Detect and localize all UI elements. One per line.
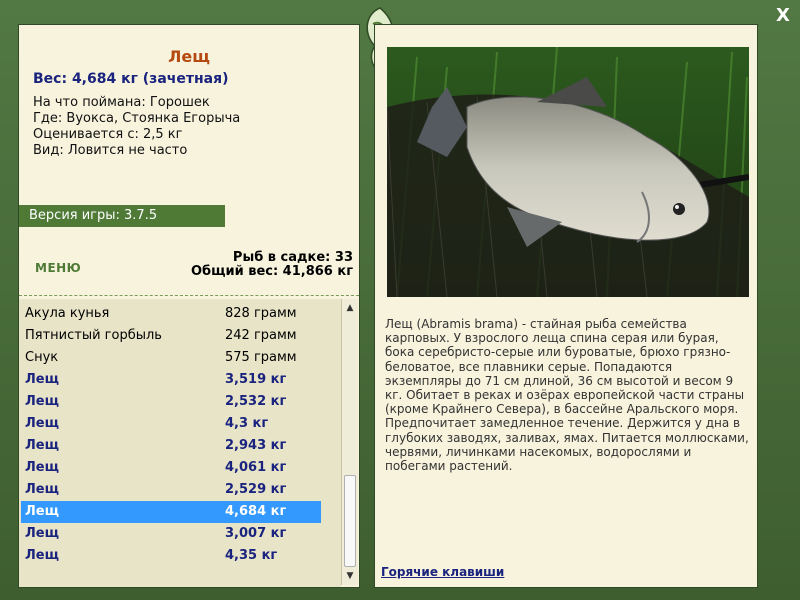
place-info: Где: Вуокса, Стоянка Егорыча <box>33 111 241 126</box>
scrollbar-thumb[interactable] <box>344 475 356 567</box>
hotkeys-link[interactable]: Горячие клавиши <box>381 565 504 579</box>
keepnet-fish-name: Снук <box>25 350 59 365</box>
keepnet-fish-name: Лещ <box>25 526 59 541</box>
keepnet-fish-name: Акула кунья <box>25 306 110 321</box>
keepnet-row[interactable]: Лещ 4,684 кг <box>21 501 321 523</box>
keepnet-fish-weight: 242 грамм <box>225 328 297 343</box>
keepnet-fish-weight: 4,684 кг <box>225 504 287 519</box>
close-button[interactable]: X <box>773 6 793 26</box>
game-version-bar: Версия игры: 3.7.5 <box>19 205 225 227</box>
keepnet-fish-name: Лещ <box>25 460 59 475</box>
keepnet-row[interactable]: Лещ 4,3 кг <box>21 413 321 435</box>
keepnet-fish-weight: 2,529 кг <box>225 482 287 497</box>
fish-name: Лещ <box>168 47 210 66</box>
list-scrollbar[interactable]: ▲ ▼ <box>341 299 358 585</box>
keepnet-fish-name: Лещ <box>25 504 59 519</box>
menu-button[interactable]: МЕНЮ <box>35 261 81 275</box>
keepnet-row[interactable]: Пятнистый горбыль 242 грамм <box>21 325 321 347</box>
scroll-up-arrow-icon[interactable]: ▲ <box>342 301 358 315</box>
catch-info-panel: Лещ Вес: 4,684 кг (зачетная) На что пойм… <box>18 24 360 588</box>
keepnet-fish-name: Пятнистый горбыль <box>25 328 162 343</box>
keepnet-list[interactable]: Акула кунья 828 грамм Пятнистый горбыль 242… <box>19 299 341 587</box>
keepnet-row[interactable]: Лещ 3,519 кг <box>21 369 321 391</box>
keepnet-row[interactable]: Лещ 2,532 кг <box>21 391 321 413</box>
keepnet-fish-weight: 2,532 кг <box>225 394 287 409</box>
keepnet-fish-weight: 4,35 кг <box>225 548 278 563</box>
keepnet-row[interactable]: Акула кунья 828 грамм <box>21 303 321 325</box>
keepnet-fish-name: Лещ <box>25 416 59 431</box>
kind-info: Вид: Ловится не часто <box>33 143 188 158</box>
fish-description: Лещ (Abramis brama) - стайная рыба семей… <box>385 317 749 474</box>
keepnet-fish-weight: 3,007 кг <box>225 526 287 541</box>
fish-count: Рыб в садке: 33 <box>232 250 353 265</box>
keepnet-row[interactable]: Лещ 4,35 кг <box>21 545 321 567</box>
keepnet-fish-weight: 4,3 кг <box>225 416 269 431</box>
fish-description-panel: Лещ (Abramis brama) - стайная рыба семей… <box>374 24 758 588</box>
keepnet-fish-weight: 575 грамм <box>225 350 297 365</box>
keepnet-fish-name: Лещ <box>25 372 59 387</box>
keepnet-fish-name: Лещ <box>25 438 59 453</box>
keepnet-fish-weight: 828 грамм <box>225 306 297 321</box>
keepnet-row[interactable]: Лещ 4,061 кг <box>21 457 321 479</box>
bait-info: На что поймана: Горошек <box>33 95 210 110</box>
keepnet-fish-weight: 3,519 кг <box>225 372 287 387</box>
keepnet-row[interactable]: Лещ 2,943 кг <box>21 435 321 457</box>
keepnet-fish-weight: 4,061 кг <box>225 460 287 475</box>
keepnet-row[interactable]: Снук 575 грамм <box>21 347 321 369</box>
keepnet-row[interactable]: Лещ 2,529 кг <box>21 479 321 501</box>
keepnet-fish-name: Лещ <box>25 394 59 409</box>
keepnet-row[interactable]: Лещ 3,007 кг <box>21 523 321 545</box>
divider <box>19 295 359 296</box>
scroll-down-arrow-icon[interactable]: ▼ <box>342 569 358 583</box>
keepnet-fish-name: Лещ <box>25 482 59 497</box>
keepnet-fish-weight: 2,943 кг <box>225 438 287 453</box>
fish-photo <box>387 47 749 297</box>
keepnet-stats: Рыб в садке: 33 Общий вес: 41,866 кг <box>191 251 353 279</box>
fish-weight: Вес: 4,684 кг (зачетная) <box>33 71 229 87</box>
keepnet-fish-name: Лещ <box>25 548 59 563</box>
total-weight: Общий вес: 41,866 кг <box>190 264 353 279</box>
valued-from-info: Оценивается с: 2,5 кг <box>33 127 183 142</box>
